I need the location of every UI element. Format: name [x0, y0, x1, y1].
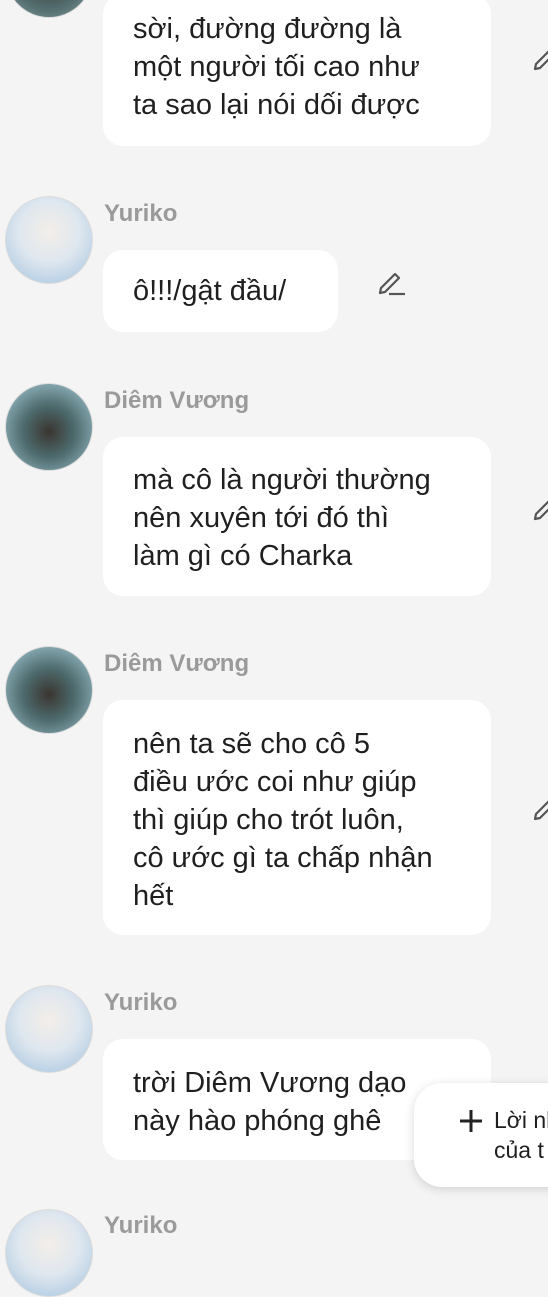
sender-name: Diêm Vương — [104, 387, 250, 414]
avatar-partial — [5, 0, 93, 18]
message-text: nên ta sẽ cho cô 5 — [133, 728, 370, 760]
sender-name: Yuriko — [104, 989, 178, 1016]
message-bubble: nên ta sẽ cho cô 5 điều ước coi như giúp… — [103, 700, 491, 935]
message-text: ta sao lại nói dối được — [133, 89, 420, 121]
fab-label-line2: của t — [494, 1137, 544, 1163]
message-text: một người tối cao như — [133, 51, 420, 83]
fab-label-line1: Lời nh — [494, 1107, 548, 1133]
avatar-yuriko[interactable] — [5, 985, 93, 1073]
message-text: làm gì có Charka — [133, 540, 353, 572]
edit-pencil-icon[interactable] — [530, 42, 548, 72]
message-text: sời, đường đường là — [133, 13, 402, 45]
edit-pencil-icon[interactable] — [377, 266, 407, 296]
sender-name: Yuriko — [104, 1212, 178, 1239]
message-text: thì giúp cho trót luôn, — [133, 804, 404, 836]
edit-pencil-icon[interactable] — [530, 492, 548, 522]
message-text: ô!!!/gật đầu/ — [133, 275, 287, 307]
avatar-diem-vuong[interactable] — [5, 646, 93, 734]
message-text: điều ước coi như giúp — [133, 766, 417, 798]
add-reply-button[interactable]: Lời nh của t — [414, 1083, 548, 1187]
plus-icon — [460, 1110, 482, 1132]
avatar-diem-vuong[interactable] — [5, 383, 93, 471]
message-text: hết — [133, 880, 174, 912]
message-text: mà cô là người thường — [133, 464, 431, 496]
message-text: nên xuyên tới đó thì — [133, 502, 390, 534]
avatar-yuriko[interactable] — [5, 196, 93, 284]
sender-name: Diêm Vương — [104, 650, 250, 677]
message-bubble: sời, đường đường là một người tối cao nh… — [103, 0, 491, 146]
edit-pencil-icon[interactable] — [530, 792, 548, 822]
sender-name: Yuriko — [104, 200, 178, 227]
message-text: này hào phóng ghê — [133, 1105, 382, 1137]
avatar-yuriko[interactable] — [5, 1209, 93, 1297]
message-bubble: mà cô là người thường nên xuyên tới đó t… — [103, 437, 491, 596]
message-bubble: ô!!!/gật đầu/ — [103, 250, 338, 332]
message-text: cô ước gì ta chấp nhận — [133, 842, 433, 874]
message-text: trời Diêm Vương dạo — [133, 1067, 407, 1099]
